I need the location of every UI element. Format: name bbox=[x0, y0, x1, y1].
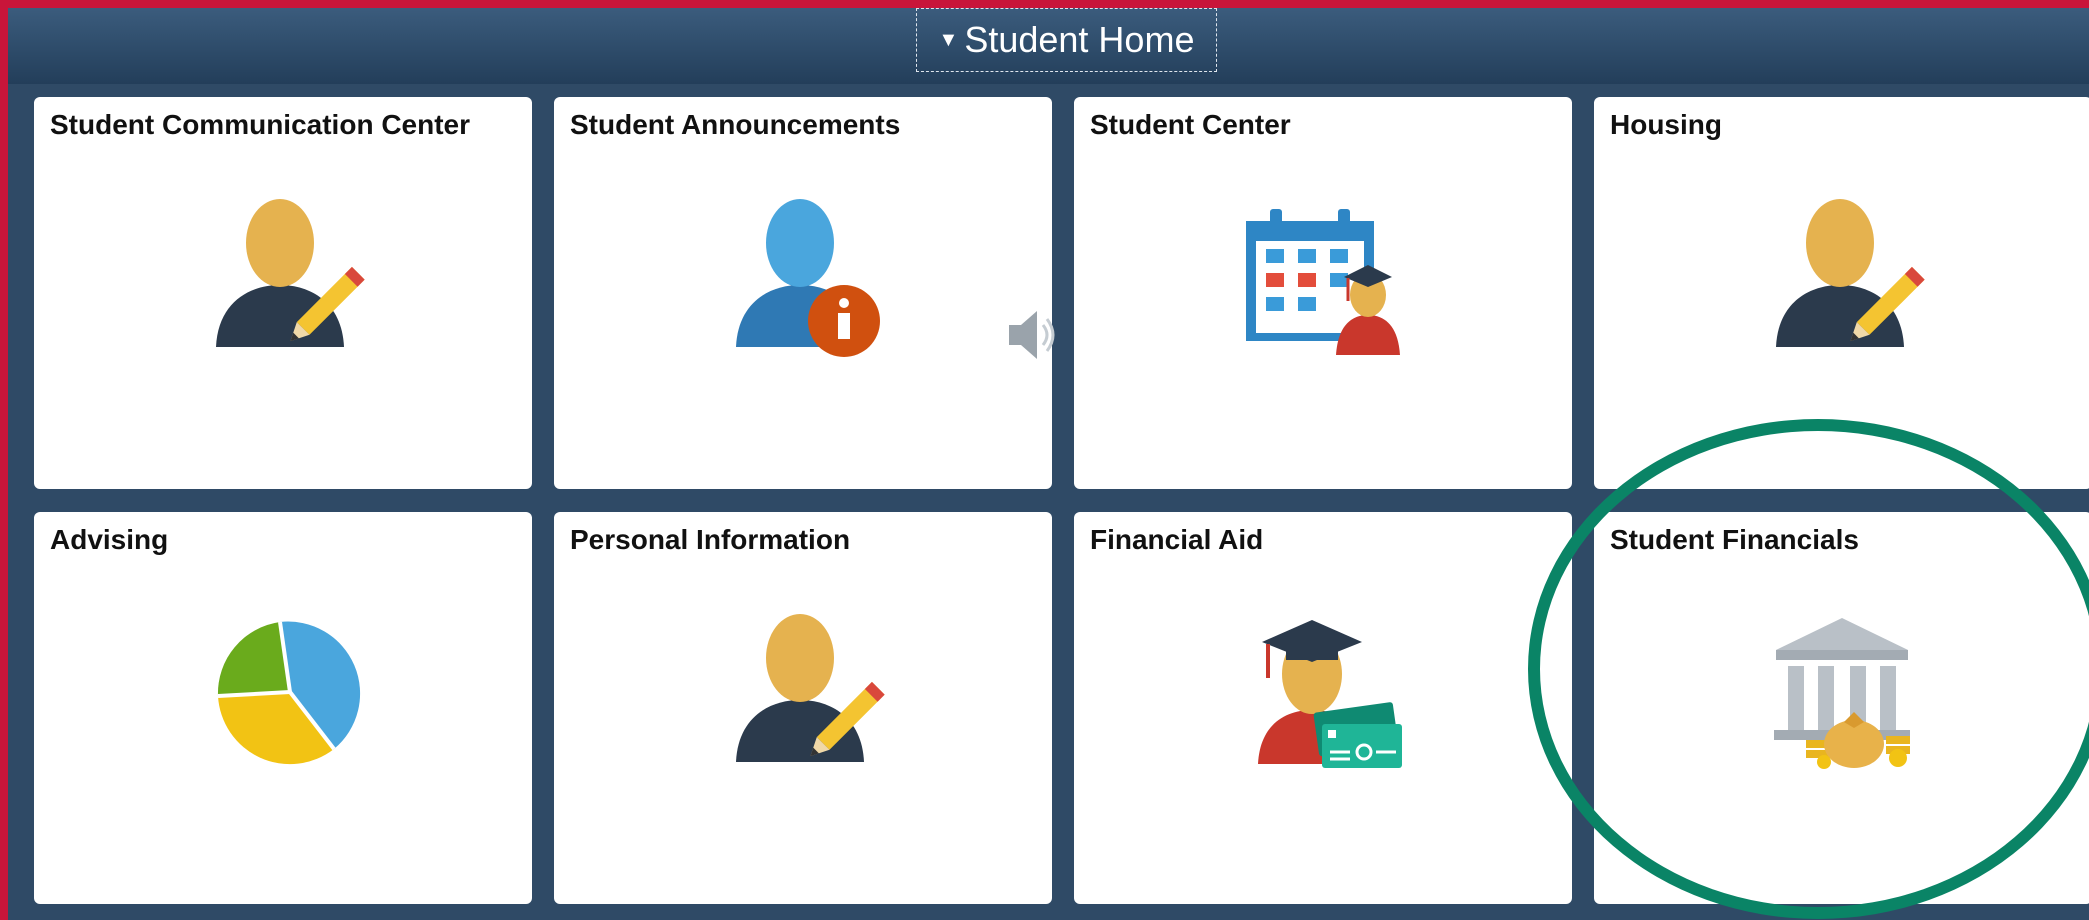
speaker-icon[interactable] bbox=[1005, 307, 1061, 363]
person-pencil-icon bbox=[736, 614, 885, 762]
person-info-icon bbox=[736, 199, 880, 357]
tile-title: Student Center bbox=[1090, 109, 1291, 140]
header-banner: ▼ Student Home bbox=[8, 8, 2089, 84]
tile-student-communication-center[interactable]: Student Communication Center bbox=[34, 97, 532, 489]
caret-down-icon: ▼ bbox=[938, 29, 959, 51]
calendar-student-icon bbox=[1246, 209, 1400, 355]
graduate-money-icon bbox=[1258, 620, 1402, 768]
tile-title: Student Announcements bbox=[570, 109, 901, 140]
tile-personal-information[interactable]: Personal Information bbox=[554, 512, 1052, 904]
highlight-circle bbox=[1528, 419, 2089, 919]
homepage-title: Student Home bbox=[964, 19, 1195, 60]
tile-title: Student Communication Center bbox=[50, 109, 471, 140]
homepage-selector[interactable]: ▼ Student Home bbox=[916, 8, 1217, 72]
pie-chart-icon bbox=[217, 621, 361, 765]
tile-title: Advising bbox=[50, 524, 169, 555]
tile-student-announcements[interactable]: Student Announcements bbox=[554, 97, 1052, 489]
person-pencil-icon bbox=[1776, 199, 1925, 347]
tile-title: Personal Information bbox=[570, 524, 851, 555]
tile-advising[interactable]: Advising bbox=[34, 512, 532, 904]
tile-title: Housing bbox=[1610, 109, 1722, 140]
person-pencil-icon bbox=[216, 199, 365, 347]
tile-financial-aid[interactable]: Financial Aid bbox=[1074, 512, 1572, 904]
tile-student-center[interactable]: Student Center bbox=[1074, 97, 1572, 489]
tile-title: Financial Aid bbox=[1090, 524, 1264, 555]
